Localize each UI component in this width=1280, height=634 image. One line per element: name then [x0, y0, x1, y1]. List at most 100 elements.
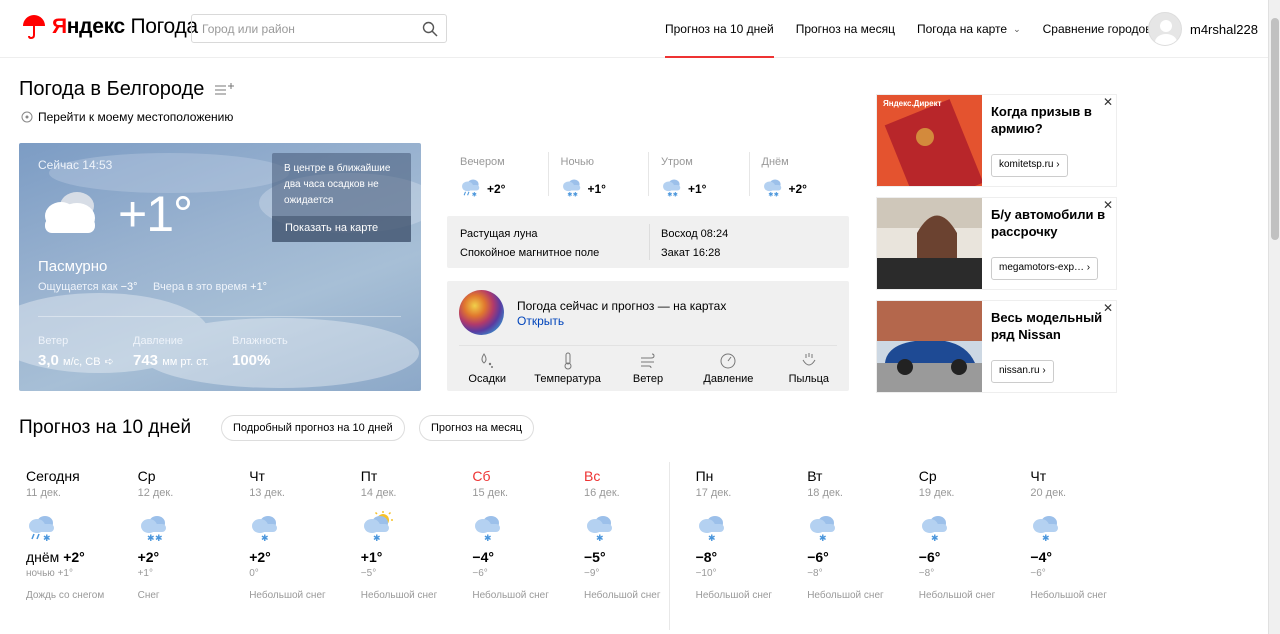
feels-like: Ощущается как −3° [38, 281, 138, 293]
ad-title[interactable]: Б/у автомобили в рассрочку [991, 206, 1109, 240]
day-condition: Небольшой снег [249, 590, 326, 601]
layer-pressure[interactable]: Давление [688, 349, 768, 385]
svg-text:✱: ✱ [673, 192, 678, 198]
locate-link[interactable]: Перейти к моему местоположению [21, 110, 233, 124]
chevron-down-icon: ⌄ [1013, 23, 1021, 34]
divider [38, 316, 401, 317]
current-weather-card: Сейчас 14:53 +1° Пасмурно Ощущается как … [19, 143, 421, 391]
forecast-day[interactable]: Ср 12 дек. ✱ ✱ +2° +1° Снег [131, 460, 241, 634]
maps-open-link[interactable]: Открыть [517, 314, 564, 328]
humidity-stat: Влажность 100% [232, 335, 288, 369]
search-icon[interactable] [422, 21, 438, 37]
ads-column: Яндекс.Директ Когда призыв в армию? komi… [876, 94, 1117, 403]
close-icon[interactable]: ✕ [1103, 198, 1113, 212]
day-part-morning[interactable]: Утром ✱ ✱ +1° [648, 143, 749, 213]
night-temp: −8° [807, 568, 823, 579]
night-temp: −5° [360, 568, 377, 579]
day-condition: Снег [137, 590, 160, 601]
nav-compare-cities[interactable]: Сравнение городов [1032, 0, 1163, 58]
ad-item[interactable]: Яндекс.Директ Когда призыв в армию? komi… [876, 94, 1117, 187]
cloud-light-snow-icon: ✱ [249, 511, 352, 544]
day-temp: +1° [360, 549, 383, 565]
sunrise-time: Восход 08:24 [661, 228, 729, 240]
night-temp: +1° [137, 568, 153, 579]
show-on-map-button[interactable]: Показать на карте [272, 216, 411, 242]
day-name: Сегодня [26, 468, 80, 484]
forecast-day[interactable]: Ср 19 дек. ✱ −6° −8° Небольшой снег [912, 460, 1022, 634]
ad-item[interactable]: Б/у автомобили в рассрочку megamotors-ex… [876, 197, 1117, 290]
overcast-cloud-icon [45, 192, 95, 233]
user-menu[interactable]: m4rshal228 [1148, 12, 1258, 46]
day-condition: Дождь со снегом [26, 590, 105, 601]
day-condition: Небольшой снег [584, 590, 661, 601]
forecast-day[interactable]: Чт 13 дек. ✱ +2° 0° Небольшой снег [242, 460, 352, 634]
scrollbar-thumb[interactable] [1271, 18, 1279, 240]
cloud-light-snow-icon: ✱ [919, 511, 1022, 544]
brand-name: Яндекс Погода [52, 15, 198, 38]
forecast-day[interactable]: Вс 16 дек. ✱ −5° −9° Небольшой снег [577, 460, 687, 634]
thermometer-icon [564, 352, 572, 370]
astro-info: Растущая луна Спокойное магнитное поле В… [447, 216, 849, 268]
forecast-day[interactable]: Сб 15 дек. ✱ −4° −6° Небольшой снег [465, 460, 575, 634]
day-temp: +2° [249, 549, 271, 565]
svg-text:✱: ✱ [572, 192, 577, 198]
day-condition: Небольшой снег [918, 590, 996, 601]
detailed-forecast-button[interactable]: Подробный прогноз на 10 дней [221, 415, 405, 441]
month-forecast-button[interactable]: Прогноз на месяц [419, 415, 535, 441]
layer-wind[interactable]: Ветер [608, 349, 688, 385]
day-date: 11 дек. [26, 487, 61, 499]
ad-link-button[interactable]: komitetsp.ru › [991, 154, 1068, 177]
ad-source-tag: Яндекс.Директ [883, 99, 942, 108]
add-to-list-icon[interactable] [214, 83, 234, 97]
day-condition: Небольшой снег [472, 590, 549, 601]
day-condition: Небольшой снег [807, 590, 884, 601]
maps-widget: Погода сейчас и прогноз — на картах Откр… [447, 281, 849, 391]
forecast-day[interactable]: Сегодня 11 дек. ✱ днём +2° ночью +1° Дождь со… [19, 460, 129, 634]
night-temp: 0° [249, 568, 259, 579]
day-name: Чт [1030, 468, 1047, 484]
weather-globe-icon[interactable] [459, 290, 504, 335]
current-temperature: +1° [118, 186, 193, 242]
ad-title[interactable]: Когда призыв в армию? [991, 103, 1109, 137]
username[interactable]: m4rshal228 [1190, 22, 1258, 37]
day-parts: Вечером ✱ +2° Ночью ✱ ✱ +1° Утром ✱ ✱ +1° Днё… [447, 143, 849, 213]
ad-title[interactable]: Весь модельный ряд Nissan [991, 309, 1109, 343]
day-temp: −4° [472, 549, 494, 565]
forecast-day[interactable]: Пн 17 дек. ✱ −8° −10° Небольшой снег [689, 460, 799, 634]
page-scrollbar[interactable] [1268, 0, 1280, 634]
search-input[interactable] [202, 21, 412, 36]
ad-link-button[interactable]: megamotors-exp… › [991, 257, 1099, 280]
page-title: Погода в Белгороде [19, 78, 205, 100]
layer-temperature[interactable]: Температура [527, 349, 607, 385]
wind-stat: Ветер 3,0 м/с, СВ ➪ [38, 335, 114, 369]
day-temp: −5° [584, 549, 606, 565]
svg-text:✱: ✱ [819, 534, 827, 543]
ad-item[interactable]: Весь модельный ряд Nissan nissan.ru › ✕ [876, 300, 1117, 393]
logo[interactable]: Яндекс Погода [22, 14, 198, 40]
svg-text:✱: ✱ [261, 534, 269, 543]
cloud-light-snow-icon: ✱ [807, 511, 910, 544]
day-temp: −8° [695, 549, 718, 565]
nav-forecast-month[interactable]: Прогноз на месяц [785, 0, 906, 58]
avatar[interactable] [1148, 12, 1182, 46]
day-date: 17 дек. [695, 487, 732, 499]
locate-link-label[interactable]: Перейти к моему местоположению [38, 110, 233, 124]
week-divider [669, 462, 670, 630]
nav-weather-map[interactable]: Погода на карте ⌄ [906, 0, 1032, 58]
layer-pollen[interactable]: Пыльца [769, 349, 849, 385]
close-icon[interactable]: ✕ [1103, 301, 1113, 315]
day-part-evening[interactable]: Вечером ✱ +2° [447, 143, 548, 213]
day-part-night[interactable]: Ночью ✱ ✱ +1° [547, 143, 649, 213]
location-target-icon [21, 111, 33, 123]
nowcast-text: В центре в ближайшие два часа осадков не… [284, 163, 391, 206]
svg-text:✱: ✱ [667, 192, 672, 198]
forecast-day[interactable]: Вт 18 дек. ✱ −6° −8° Небольшой снег [800, 460, 910, 634]
nav-forecast-10-days[interactable]: Прогноз на 10 дней [654, 0, 785, 58]
day-part-day[interactable]: Днём ✱ ✱ +2° [748, 143, 850, 213]
search-box[interactable] [191, 14, 447, 43]
forecast-day[interactable]: Чт 20 дек. ✱ −4° −6° Небольшой снег [1023, 460, 1133, 634]
close-icon[interactable]: ✕ [1103, 95, 1113, 109]
forecast-day[interactable]: Пт 14 дек. ✱ +1° −5° Небольшой снег [354, 460, 464, 634]
layer-precipitation[interactable]: Осадки [447, 349, 527, 385]
ad-link-button[interactable]: nissan.ru › [991, 360, 1054, 383]
